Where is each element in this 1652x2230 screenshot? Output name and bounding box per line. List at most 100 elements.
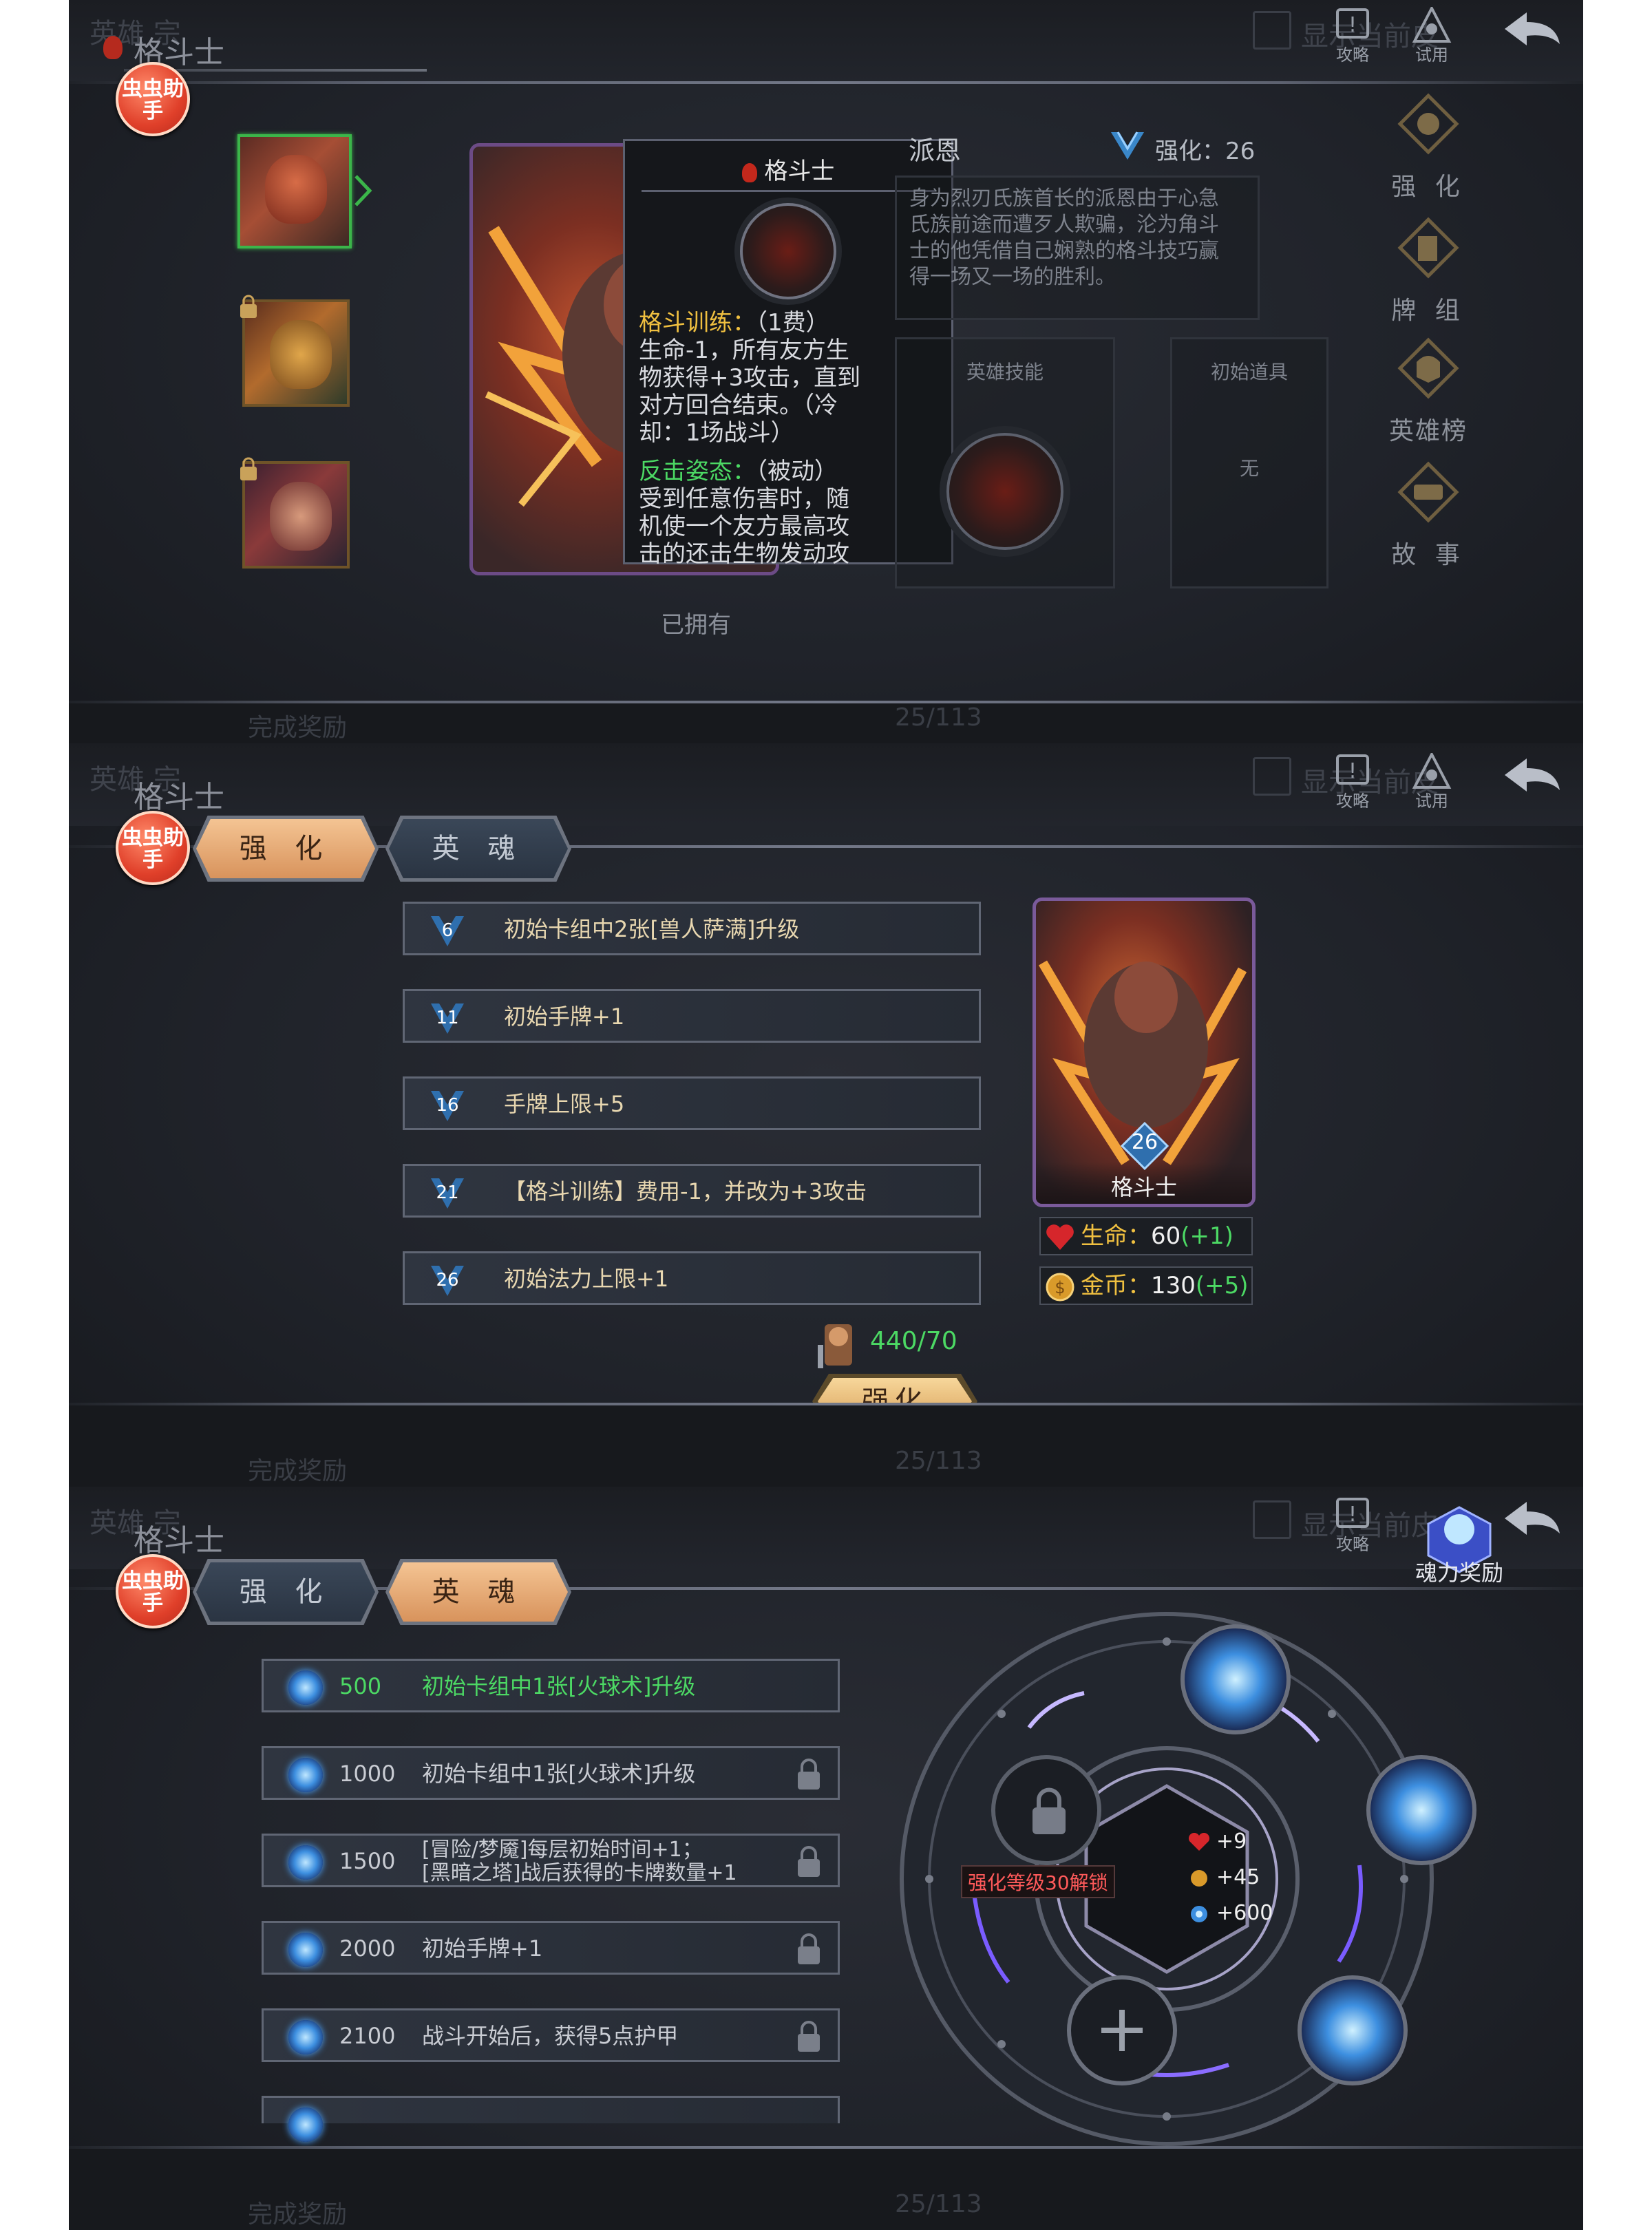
heart-icon — [1046, 1224, 1074, 1250]
side-menu-leaderboard[interactable]: 英雄榜 — [1387, 337, 1470, 447]
soul-orb-icon — [288, 1933, 323, 1967]
hero-skill-box: 英雄技能 — [895, 337, 1115, 588]
skill1-line: 对方回合结束。（冷 — [639, 392, 838, 419]
guide-button[interactable]: ! 攻略 — [1328, 1496, 1377, 1555]
soul-upgrade-row-partial[interactable] — [262, 2096, 840, 2142]
resource-counter: 440/70 — [870, 1327, 957, 1355]
page-counter: 25/113 — [895, 703, 982, 732]
side-menu-story[interactable]: 故 事 — [1387, 461, 1470, 571]
page-counter: 25/113 — [895, 1447, 982, 1475]
soul-upgrade-row[interactable]: 2000 初始手牌+1 — [262, 1921, 840, 1975]
upgrade-text: 【格斗训练】费用-1，并改为+3攻击 — [504, 1178, 867, 1204]
soul-orb-icon — [288, 2107, 323, 2142]
skill2-type: （被动） — [756, 458, 838, 485]
show-skin-checkbox[interactable] — [1253, 1500, 1291, 1539]
gold-stat: $ 金币：130(+5) — [1039, 1266, 1253, 1305]
soul-node-bottom-right[interactable] — [1298, 1975, 1408, 2085]
soul-node-add[interactable] — [1067, 1975, 1177, 2085]
svg-text:!: ! — [1348, 1502, 1357, 1527]
fire-emblem-icon — [103, 36, 123, 59]
enhance-level-label: 强化：26 — [1155, 138, 1256, 165]
helper-badge[interactable]: 虫虫助手 — [116, 811, 190, 885]
soul-upgrade-list[interactable]: 500 初始卡组中1张[火球术]升级 1000 初始卡组中1张[火球术]升级 1… — [262, 1659, 840, 2224]
soul-node-right[interactable] — [1366, 1755, 1476, 1865]
skill2-line: 击的还击生物发动攻 — [639, 540, 849, 568]
plus-icon — [1101, 2010, 1143, 2051]
owned-label: 已拥有 — [661, 611, 731, 639]
soul-orb-icon — [288, 2020, 323, 2054]
lock-icon — [240, 457, 257, 480]
helper-badge[interactable]: 虫虫助手 — [116, 1554, 190, 1628]
card-name: 格斗士 — [1110, 1174, 1177, 1200]
hero-skill-icon[interactable] — [946, 433, 1063, 550]
upgrade-row: 16 手牌上限+5 — [403, 1076, 981, 1130]
soul-upgrade-row[interactable]: 1000 初始卡组中1张[火球术]升级 — [262, 1746, 840, 1800]
upgrade-row: 6 初始卡组中2张[兽人萨满]升级 — [403, 902, 981, 955]
soul-upgrade-row[interactable]: 2100 战斗开始后，获得5点护甲 — [262, 2008, 840, 2062]
back-arrow-icon[interactable] — [1501, 754, 1563, 796]
helper-badge[interactable]: 虫虫助手 — [116, 62, 190, 136]
card-level: 26 — [1131, 1130, 1158, 1154]
lock-icon — [240, 295, 257, 318]
soul-panel: 英雄 宗 格斗士 显示当前皮 ! 攻略 魂力奖励 虫虫助手 强 化 英 魂 50… — [69, 1487, 1583, 2230]
back-arrow-icon[interactable] — [1501, 1498, 1563, 1539]
guide-icon: ! — [1336, 754, 1369, 785]
soul-text: 战斗开始后，获得5点护甲 — [422, 2023, 679, 2049]
skill1-line: 物获得+3攻击，直到 — [639, 364, 861, 392]
page-counter: 25/113 — [895, 2190, 982, 2218]
soul-upgrade-row[interactable]: 500 初始卡组中1张[火球术]升级 — [262, 1659, 840, 1712]
tooltip-title: 格斗士 — [764, 158, 835, 185]
skill2-line: 机使一个友方最高攻 — [639, 513, 849, 540]
trial-button[interactable]: 试用 — [1404, 751, 1459, 811]
tab-enhance[interactable]: 强 化 — [196, 819, 375, 878]
lock-icon — [798, 1846, 820, 1877]
gold-coin-icon: $ — [1046, 1273, 1074, 1301]
guide-icon: ! — [1336, 1498, 1369, 1528]
soul-orb-icon — [1191, 1905, 1207, 1922]
unlock-hint: 强化等级30解锁 — [961, 1865, 1115, 1898]
svg-text:!: ! — [1348, 759, 1357, 783]
show-skin-checkbox[interactable] — [1253, 11, 1291, 50]
guide-button[interactable]: ! 攻略 — [1328, 7, 1377, 65]
bottom-ghost-text: 完成奖励 — [248, 714, 348, 742]
enhance-icon — [1397, 93, 1459, 155]
skill1-cost: （1费） — [756, 309, 829, 337]
soul-text: [黑暗之塔]战后获得的卡牌数量+1 — [422, 1861, 737, 1885]
tab-enhance[interactable]: 强 化 — [196, 1562, 375, 1622]
upgrade-text: 初始法力上限+1 — [504, 1266, 669, 1292]
center-stats: +9 +45 +600 — [1187, 1824, 1325, 1931]
tab-soul[interactable]: 英 魂 — [389, 1562, 568, 1622]
helmet-icon — [1397, 337, 1459, 399]
back-arrow-icon[interactable] — [1501, 8, 1563, 50]
hero-description-box: 身为烈刃氏族首长的派恩由于心急 氏族前途而遭歹人欺骗，沦为角斗 士的他凭借自己娴… — [895, 176, 1260, 320]
deck-icon — [1397, 217, 1459, 279]
upgrade-text: 初始手牌+1 — [504, 1003, 625, 1030]
soul-node-locked[interactable] — [991, 1755, 1101, 1865]
soul-orb-icon — [288, 1758, 323, 1792]
skill1-line: 却：1场战斗） — [639, 419, 794, 447]
guide-button[interactable]: ! 攻略 — [1328, 753, 1377, 811]
trial-button[interactable]: 试用 — [1404, 5, 1459, 65]
upgrade-level: 16 — [436, 1095, 459, 1116]
tab-soul[interactable]: 英 魂 — [389, 819, 568, 878]
hero-skill-label: 英雄技能 — [966, 361, 1044, 383]
hero-name: 派恩 — [909, 136, 962, 166]
soul-upgrade-row[interactable]: 1500 [冒险/梦魇]每层初始时间+1； [黑暗之塔]战后获得的卡牌数量+1 — [262, 1834, 840, 1887]
enhance-panel: 英雄 宗 格斗士 显示当前皮 ! 攻略 试用 虫虫助手 强 化 英 魂 6 初始… — [69, 743, 1583, 1487]
soul-cost: 2100 — [339, 2023, 396, 2049]
soul-text: 初始手牌+1 — [422, 1935, 543, 1962]
upgrade-row: 11 初始手牌+1 — [403, 989, 981, 1043]
soul-orb-icon — [288, 1845, 323, 1880]
trial-icon — [1412, 751, 1452, 789]
page-title: 格斗士 — [134, 1523, 224, 1558]
hero-portrait-fighter[interactable] — [237, 134, 352, 248]
soul-cost: 2000 — [339, 1935, 396, 1962]
show-skin-checkbox[interactable] — [1253, 757, 1291, 796]
enhance-rank-icon — [1111, 131, 1144, 160]
fire-emblem-icon — [741, 162, 757, 182]
soul-node-top[interactable] — [1180, 1624, 1291, 1734]
skill2-line: 受到任意伤害时，随 — [639, 485, 849, 513]
side-menu-deck[interactable]: 牌 组 — [1387, 217, 1470, 326]
lock-icon — [798, 1933, 820, 1964]
side-menu-enhance[interactable]: 强 化 — [1387, 93, 1470, 202]
